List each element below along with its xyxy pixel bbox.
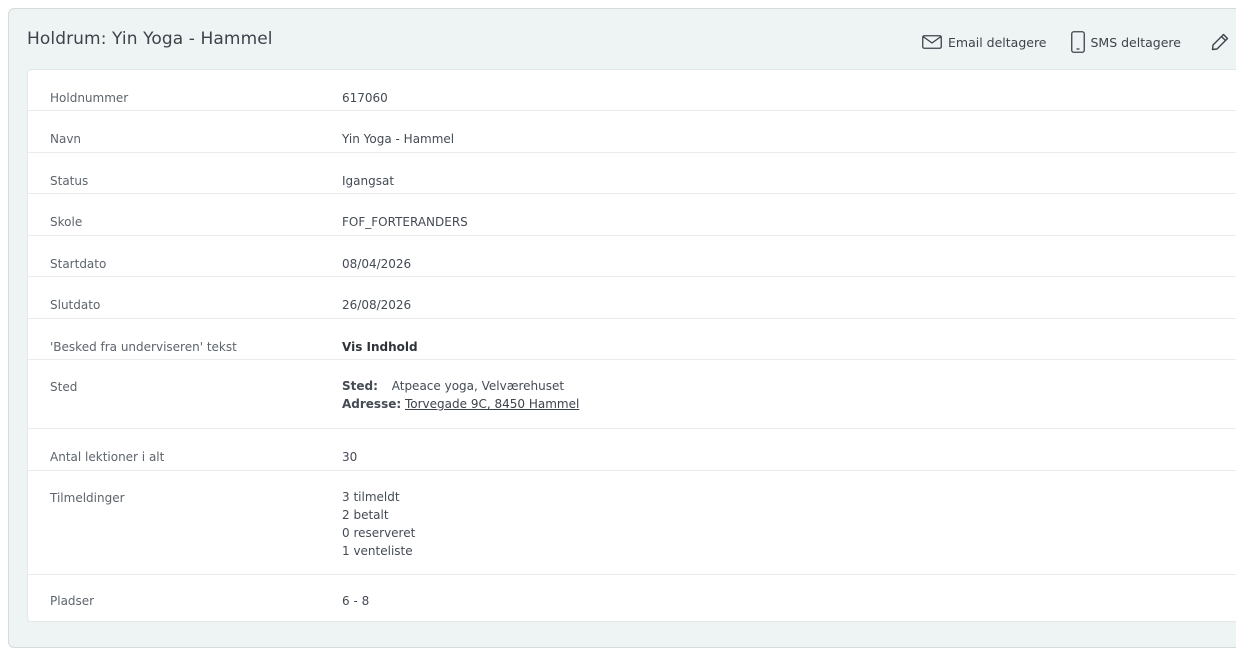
row-sted: Sted Sted: Atpeace yoga, Velværehuset Ad… bbox=[28, 360, 1236, 429]
row-label: Skole bbox=[50, 215, 83, 229]
panel-header: Holdrum: Yin Yoga - Hammel Email deltage… bbox=[9, 9, 1236, 69]
row-label: Status bbox=[50, 174, 89, 188]
sms-participants-label: SMS deltagere bbox=[1090, 34, 1181, 50]
row-value: 30 bbox=[342, 450, 358, 464]
row-pladser: Pladser 6 - 8 bbox=[28, 575, 1236, 623]
row-value: 08/04/2026 bbox=[342, 257, 412, 271]
sted-value: Atpeace yoga, Velværehuset bbox=[391, 379, 565, 393]
row-label: Sted bbox=[50, 380, 78, 394]
row-value: 26/08/2026 bbox=[342, 298, 412, 312]
row-value: Yin Yoga - Hammel bbox=[342, 132, 455, 146]
row-navn: Navn Yin Yoga - Hammel bbox=[28, 111, 1236, 153]
location-block: Sted: Atpeace yoga, Velværehuset Adresse… bbox=[342, 377, 579, 413]
details-card: Holdnummer 617060 Navn Yin Yoga - Hammel… bbox=[27, 69, 1236, 622]
sted-key: Sted: bbox=[342, 379, 378, 393]
enrollment-list: 3 tilmeldt 2 betalt 0 reserveret 1 vente… bbox=[342, 488, 415, 560]
address-link[interactable]: Torvegade 9C, 8450 Hammel bbox=[405, 397, 579, 411]
row-lektioner: Antal lektioner i alt 30 bbox=[28, 429, 1236, 471]
row-label: Navn bbox=[50, 132, 82, 146]
row-value: 617060 bbox=[342, 91, 388, 105]
phone-icon bbox=[1070, 31, 1085, 53]
row-value: FOF_FORTERANDERS bbox=[342, 215, 468, 229]
show-content-link[interactable]: Vis Indhold bbox=[342, 340, 418, 354]
row-besked: 'Besked fra underviseren' tekst Vis Indh… bbox=[28, 319, 1236, 360]
row-label: Startdato bbox=[50, 257, 107, 271]
row-label: Holdnummer bbox=[50, 91, 129, 105]
pencil-icon bbox=[1211, 33, 1229, 51]
row-holdnummer: Holdnummer 617060 bbox=[28, 70, 1236, 111]
email-participants-label: Email deltagere bbox=[948, 34, 1047, 50]
row-label: Pladser bbox=[50, 594, 95, 608]
row-label: 'Besked fra underviseren' tekst bbox=[50, 340, 237, 354]
row-label: Tilmeldinger bbox=[50, 491, 125, 505]
enrollment-item: 3 tilmeldt bbox=[342, 490, 400, 504]
row-label: Antal lektioner i alt bbox=[50, 450, 165, 464]
row-value: Igangsat bbox=[342, 174, 395, 188]
enrollment-item: 1 venteliste bbox=[342, 544, 413, 558]
row-slutdato: Slutdato 26/08/2026 bbox=[28, 277, 1236, 319]
row-tilmeldinger: Tilmeldinger 3 tilmeldt 2 betalt 0 reser… bbox=[28, 471, 1236, 575]
row-label: Slutdato bbox=[50, 298, 101, 312]
enrollment-item: 0 reserveret bbox=[342, 526, 416, 540]
row-startdato: Startdato 08/04/2026 bbox=[28, 236, 1236, 277]
row-status: Status Igangsat bbox=[28, 153, 1236, 194]
holdrum-panel: Holdrum: Yin Yoga - Hammel Email deltage… bbox=[8, 8, 1236, 648]
email-participants-button[interactable]: Email deltagere bbox=[922, 35, 1047, 50]
envelope-icon bbox=[922, 35, 942, 49]
adresse-key: Adresse: bbox=[342, 397, 402, 411]
header-actions: Email deltagere SMS deltagere bbox=[922, 31, 1229, 53]
row-skole: Skole FOF_FORTERANDERS bbox=[28, 194, 1236, 236]
page-title: Holdrum: Yin Yoga - Hammel bbox=[27, 29, 273, 49]
edit-button[interactable] bbox=[1211, 33, 1229, 51]
enrollment-item: 2 betalt bbox=[342, 508, 389, 522]
row-value: 6 - 8 bbox=[342, 594, 370, 608]
sms-participants-button[interactable]: SMS deltagere bbox=[1070, 31, 1181, 53]
